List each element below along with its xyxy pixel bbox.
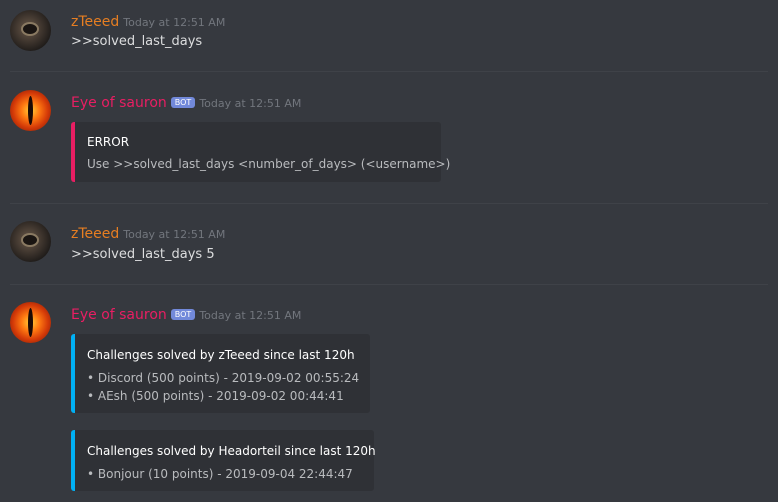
- message-divider: [10, 203, 768, 204]
- timestamp: Today at 12:51 AM: [123, 228, 226, 241]
- user-avatar-icon[interactable]: [10, 10, 51, 51]
- bot-badge: BOT: [170, 309, 196, 320]
- message-divider: [10, 284, 768, 285]
- embed-title: Challenges solved by zTeeed since last 1…: [87, 348, 355, 362]
- error-embed: ERROR Use >>solved_last_days <number_of_…: [71, 122, 450, 182]
- message-header: Eye of sauron BOT Today at 12:51 AM: [71, 304, 301, 323]
- message-divider: [10, 71, 768, 72]
- embed-title: ERROR: [87, 135, 130, 149]
- message-text: >>solved_last_days 5: [71, 247, 215, 262]
- bot-badge: BOT: [170, 97, 196, 108]
- embed-line: Use >>solved_last_days <number_of_days> …: [87, 157, 451, 171]
- username[interactable]: Eye of sauron: [71, 95, 167, 111]
- timestamp: Today at 12:51 AM: [123, 16, 226, 29]
- timestamp: Today at 12:51 AM: [199, 309, 302, 322]
- embed-title: Challenges solved by Headorteil since la…: [87, 444, 376, 458]
- message-header: Eye of sauron BOT Today at 12:51 AM: [71, 92, 301, 111]
- message-text: >>solved_last_days: [71, 34, 203, 49]
- embed-line: • Bonjour (10 points) - 2019-09-04 22:44…: [87, 467, 353, 481]
- bot-avatar-icon[interactable]: [10, 90, 51, 131]
- results-embed: Challenges solved by Headorteil since la…: [71, 430, 376, 491]
- message-header: zTeeed Today at 12:51 AM: [71, 223, 225, 242]
- message-header: zTeeed Today at 12:51 AM: [71, 11, 225, 30]
- embed-line: • AEsh (500 points) - 2019-09-02 00:44:4…: [87, 389, 344, 403]
- timestamp: Today at 12:51 AM: [199, 97, 302, 110]
- username[interactable]: Eye of sauron: [71, 307, 167, 323]
- username[interactable]: zTeeed: [71, 226, 119, 242]
- bot-avatar-icon[interactable]: [10, 302, 51, 343]
- embed-line: • Discord (500 points) - 2019-09-02 00:5…: [87, 371, 360, 385]
- username[interactable]: zTeeed: [71, 14, 119, 30]
- user-avatar-icon[interactable]: [10, 221, 51, 262]
- results-embed: Challenges solved by zTeeed since last 1…: [71, 334, 370, 413]
